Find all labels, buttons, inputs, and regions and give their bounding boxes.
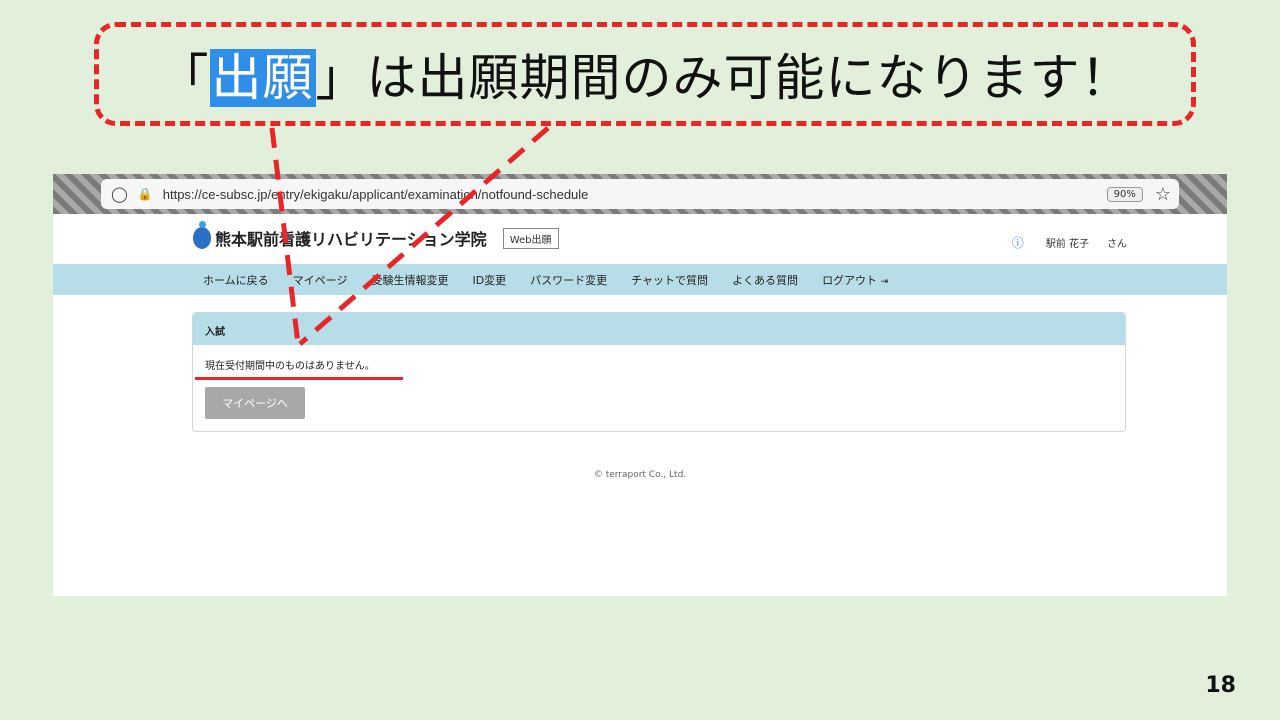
nav-logout-label: ログアウト — [822, 273, 878, 287]
browser-screenshot: ◯ 🔒 https://ce-subsc.jp/entry/ekigaku/ap… — [53, 174, 1227, 596]
web-application-badge: Web出願 — [502, 227, 559, 249]
nav-chat[interactable]: チャットで質問 — [631, 272, 708, 288]
footer-copyright: © terraport Co., Ltd. — [593, 470, 687, 480]
mypage-button[interactable]: マイページへ — [205, 387, 305, 419]
site-logo[interactable]: 熊本駅前看護リハビリテーション学院 Web出願 — [193, 221, 559, 250]
no-schedule-message: 現在受付期間中のものはありません。 — [205, 361, 375, 372]
bookmark-star-icon[interactable]: ☆ — [1155, 184, 1171, 205]
lock-icon: 🔒 — [137, 187, 153, 201]
nav-logout[interactable]: ログアウト ⇥ — [822, 272, 888, 288]
nav-id-change[interactable]: ID変更 — [472, 272, 506, 288]
zoom-level-badge[interactable]: 90% — [1106, 186, 1143, 202]
nav-mypage[interactable]: マイページ — [293, 272, 348, 288]
callout-highlight: 出願 — [209, 49, 316, 107]
callout-box: 「出願」は出願期間のみ可能になります！ — [94, 22, 1196, 126]
callout-rest: 」は出願期間のみ可能になります！ — [315, 49, 1132, 107]
info-icon[interactable]: ⓘ — [1012, 234, 1024, 251]
slide-page-number: 18 — [1205, 673, 1236, 698]
url-text[interactable]: https://ce-subsc.jp/entry/ekigaku/applic… — [163, 187, 1107, 202]
address-bar[interactable]: ◯ 🔒 https://ce-subsc.jp/entry/ekigaku/ap… — [101, 179, 1179, 209]
main-nav: ホームに戻る マイページ 受験生情報変更 ID変更 パスワード変更 チャットで質… — [53, 264, 1227, 295]
nav-password-change[interactable]: パスワード変更 — [530, 272, 607, 288]
logout-icon: ⇥ — [880, 276, 889, 287]
nav-profile-change[interactable]: 受験生情報変更 — [371, 272, 448, 288]
user-name: 駅前 花子 — [1045, 239, 1089, 250]
nav-faq[interactable]: よくある質問 — [732, 272, 798, 288]
callout-open-bracket: 「 — [158, 49, 210, 107]
nav-home[interactable]: ホームに戻る — [203, 272, 269, 288]
panel-title: 入試 — [193, 313, 1125, 345]
user-area: ⓘ 駅前 花子 さん — [1012, 234, 1127, 251]
message-underline — [195, 377, 403, 380]
shield-icon: ◯ — [111, 185, 128, 203]
logo-mark-icon — [193, 221, 211, 249]
user-suffix: さん — [1107, 239, 1127, 250]
callout-text: 「出願」は出願期間のみ可能になります！ — [159, 38, 1132, 110]
exam-panel: 入試 現在受付期間中のものはありません。 マイページへ — [192, 312, 1126, 432]
site-header: 熊本駅前看護リハビリテーション学院 Web出願 ⓘ 駅前 花子 さん — [53, 214, 1227, 264]
site-name: 熊本駅前看護リハビリテーション学院 — [215, 230, 487, 249]
